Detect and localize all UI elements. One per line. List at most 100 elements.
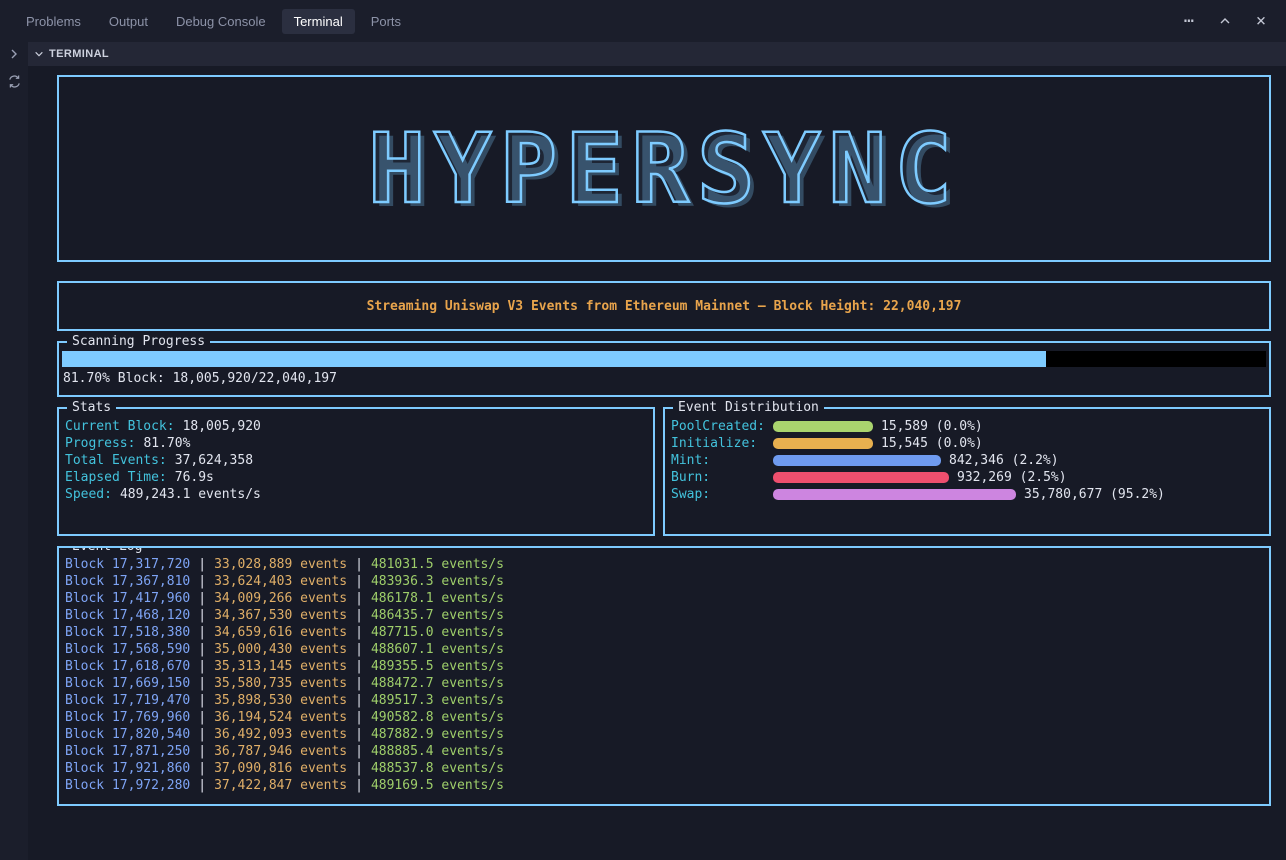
status-banner: Streaming Uniswap V3 Events from Ethereu…	[57, 281, 1271, 331]
log-events: 34,367,530 events	[214, 608, 347, 623]
ascii-banner-title: HYPERSYNC	[368, 121, 960, 217]
separator: |	[198, 727, 206, 742]
more-actions-icon[interactable]: ⋯	[1178, 10, 1200, 32]
distribution-value: 932,269 (2.5%)	[957, 470, 1067, 485]
log-speed: 483936.3 events/s	[371, 574, 504, 589]
status-banner-text: Streaming Uniswap V3 Events from Ethereu…	[367, 299, 962, 314]
log-speed: 488885.4 events/s	[371, 744, 504, 759]
event-log-row: Block 17,568,590|35,000,430 events|48860…	[65, 641, 1261, 658]
distribution-rows: PoolCreated: 15,589 (0.0%) Initialize:15,…	[671, 418, 1261, 503]
log-block: Block 17,468,120	[65, 608, 190, 623]
log-block: Block 17,417,960	[65, 591, 190, 606]
log-speed: 486178.1 events/s	[371, 591, 504, 606]
stat-row: Elapsed Time:76.9s	[65, 469, 643, 486]
separator: |	[198, 574, 206, 589]
log-events: 36,492,093 events	[214, 727, 347, 742]
terminal-panel: TERMINAL HYPERSYNC Streaming Uniswap V3 …	[28, 42, 1286, 860]
progress-bar	[62, 351, 1266, 367]
log-speed: 481031.5 events/s	[371, 557, 504, 572]
log-events: 35,580,735 events	[214, 676, 347, 691]
left-rail	[0, 42, 28, 860]
log-speed: 486435.7 events/s	[371, 608, 504, 623]
log-events: 33,028,889 events	[214, 557, 347, 572]
log-events: 34,009,266 events	[214, 591, 347, 606]
event-log-row: Block 17,618,670|35,313,145 events|48935…	[65, 658, 1261, 675]
separator: |	[355, 744, 363, 759]
terminal-content[interactable]: HYPERSYNC Streaming Uniswap V3 Events fr…	[28, 66, 1286, 860]
stat-label: Progress:	[65, 436, 135, 451]
distribution-row: Swap:35,780,677 (95.2%)	[671, 486, 1261, 503]
expand-rail-icon[interactable]	[8, 48, 20, 60]
distribution-row: Mint: 842,346 (2.2%)	[671, 452, 1261, 469]
distribution-bar	[773, 438, 873, 449]
separator: |	[355, 693, 363, 708]
separator: |	[198, 625, 206, 640]
panel-tab[interactable]: Ports	[359, 9, 413, 34]
distribution-value: 842,346 (2.2%)	[949, 453, 1059, 468]
distribution-label: Mint:	[671, 453, 773, 468]
separator: |	[355, 625, 363, 640]
event-log-row: Block 17,417,960|34,009,266 events|48617…	[65, 590, 1261, 607]
panel-tab[interactable]: Problems	[14, 9, 93, 34]
log-speed: 488607.1 events/s	[371, 642, 504, 657]
stat-row: Current Block:18,005,920	[65, 418, 643, 435]
separator: |	[198, 608, 206, 623]
scanning-progress-title: Scanning Progress	[67, 334, 210, 350]
log-block: Block 17,618,670	[65, 659, 190, 674]
sync-icon[interactable]	[7, 74, 22, 89]
stat-label: Current Block:	[65, 419, 175, 434]
separator: |	[355, 761, 363, 776]
distribution-row: Initialize:15,545 (0.0%)	[671, 435, 1261, 452]
stat-label: Speed:	[65, 487, 112, 502]
separator: |	[198, 778, 206, 793]
distribution-row: Burn: 932,269 (2.5%)	[671, 469, 1261, 486]
stat-label: Total Events:	[65, 453, 167, 468]
stat-value: 81.70%	[143, 436, 190, 451]
log-speed: 489517.3 events/s	[371, 693, 504, 708]
event-log-row: Block 17,921,860|37,090,816 events|48853…	[65, 760, 1261, 777]
stat-row: Progress: 81.70%	[65, 435, 643, 452]
log-speed: 487715.0 events/s	[371, 625, 504, 640]
panel-tab[interactable]: Debug Console	[164, 9, 278, 34]
stat-row: Total Events:37,624,358	[65, 452, 643, 469]
distribution-row: PoolCreated: 15,589 (0.0%)	[671, 418, 1261, 435]
distribution-bar	[773, 455, 941, 466]
distribution-label: Swap:	[671, 487, 773, 502]
log-block: Block 17,568,590	[65, 642, 190, 657]
event-log-row: Block 17,317,720|33,028,889 events|48103…	[65, 556, 1261, 573]
separator: |	[355, 710, 363, 725]
distribution-label: PoolCreated:	[671, 419, 773, 434]
progress-label: 81.70% Block: 18,005,920/22,040,197	[62, 371, 1266, 386]
maximize-panel-icon[interactable]	[1214, 10, 1236, 32]
chevron-down-icon[interactable]	[34, 49, 44, 59]
panel-actions: ⋯ ×	[1178, 10, 1272, 32]
distribution-value: 15,589 (0.0%)	[881, 419, 983, 434]
event-log-row: Block 17,367,810|33,624,403 events|48393…	[65, 573, 1261, 590]
panel-tab-bar: Problems Output Debug Console Terminal P…	[0, 0, 1286, 42]
log-events: 33,624,403 events	[214, 574, 347, 589]
event-log-row: Block 17,468,120|34,367,530 events|48643…	[65, 607, 1261, 624]
panel-tab[interactable]: Output	[97, 9, 160, 34]
log-events: 35,898,530 events	[214, 693, 347, 708]
panel-body: TERMINAL HYPERSYNC Streaming Uniswap V3 …	[0, 42, 1286, 860]
separator: |	[355, 676, 363, 691]
separator: |	[198, 591, 206, 606]
separator: |	[198, 676, 206, 691]
panel-tab[interactable]: Terminal	[282, 9, 355, 34]
terminal-section-header[interactable]: TERMINAL	[28, 42, 1286, 66]
log-events: 35,000,430 events	[214, 642, 347, 657]
log-block: Block 17,769,960	[65, 710, 190, 725]
log-events: 37,422,847 events	[214, 778, 347, 793]
separator: |	[355, 557, 363, 572]
stat-value: 489,243.1 events/s	[120, 487, 261, 502]
log-block: Block 17,719,470	[65, 693, 190, 708]
scanning-progress-panel: Scanning Progress 81.70% Block: 18,005,9…	[57, 341, 1271, 397]
distribution-label: Burn:	[671, 470, 773, 485]
event-distribution-title: Event Distribution	[673, 400, 824, 416]
log-events: 36,787,946 events	[214, 744, 347, 759]
log-block: Block 17,871,250	[65, 744, 190, 759]
separator: |	[355, 574, 363, 589]
event-log-row: Block 17,518,380|34,659,616 events|48771…	[65, 624, 1261, 641]
event-log-row: Block 17,972,280|37,422,847 events|48916…	[65, 777, 1261, 794]
close-panel-icon[interactable]: ×	[1250, 10, 1272, 32]
